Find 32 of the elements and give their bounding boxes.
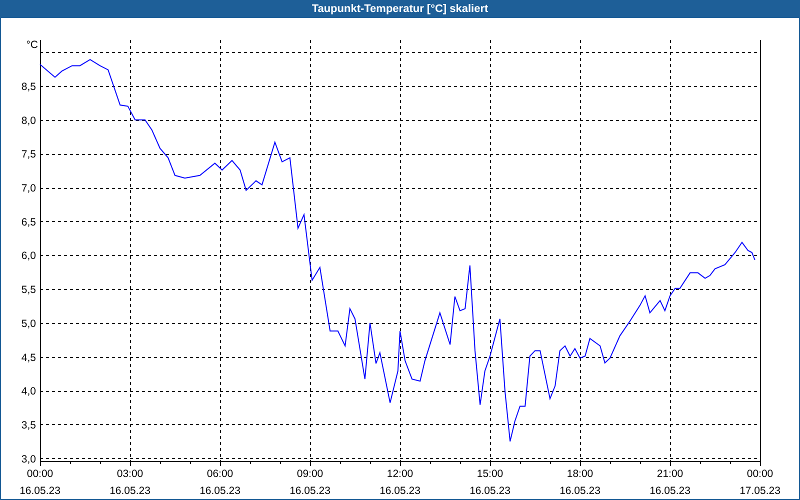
x-tick-label: 09:00 <box>296 468 324 480</box>
x-tick-label: 03:00 <box>116 468 144 480</box>
x-tick-date: 16.05.23 <box>470 485 510 497</box>
y-tick-label: 3,0 <box>21 453 36 466</box>
x-tick-label: 18:00 <box>566 468 594 480</box>
y-tick-label: 4,5 <box>21 352 36 364</box>
y-tick-label: 5,5 <box>21 284 36 296</box>
y-tick-label: 5,0 <box>21 318 36 330</box>
y-axis-unit: °C <box>26 39 38 51</box>
x-tick-date: 16.05.23 <box>110 485 150 497</box>
x-tick-label: 06:00 <box>206 468 234 480</box>
y-tick-label: 3,5 <box>21 419 36 432</box>
y-tick-label: 8,5 <box>21 81 36 94</box>
x-tick-date: 16.05.23 <box>380 485 420 497</box>
x-tick-date: 16.05.23 <box>200 485 240 497</box>
x-tick-date: 16.05.23 <box>650 485 690 497</box>
x-tick-label: 15:00 <box>476 468 504 480</box>
chart-title: Taupunkt-Temperatur [°C] skaliert <box>312 4 488 14</box>
y-tick-label: 7,0 <box>21 182 36 195</box>
x-tick-date: 16.05.23 <box>560 485 600 497</box>
x-tick-date: 16.05.23 <box>290 485 330 497</box>
x-tick-label: 21:00 <box>656 468 684 480</box>
y-tick-label: 4,0 <box>21 386 36 398</box>
y-tick-label: 6,0 <box>21 250 36 262</box>
x-tick-label: 00:00 <box>26 468 54 480</box>
y-tick-label: 6,5 <box>21 216 36 228</box>
y-tick-label: 7,5 <box>21 148 36 161</box>
x-tick-date: 16.05.23 <box>20 485 60 497</box>
y-tick-label: 8,0 <box>21 114 36 127</box>
x-tick-label: 12:00 <box>386 468 414 480</box>
x-tick-label: 00:00 <box>746 468 774 480</box>
x-tick-date: 17.05.23 <box>740 485 780 497</box>
